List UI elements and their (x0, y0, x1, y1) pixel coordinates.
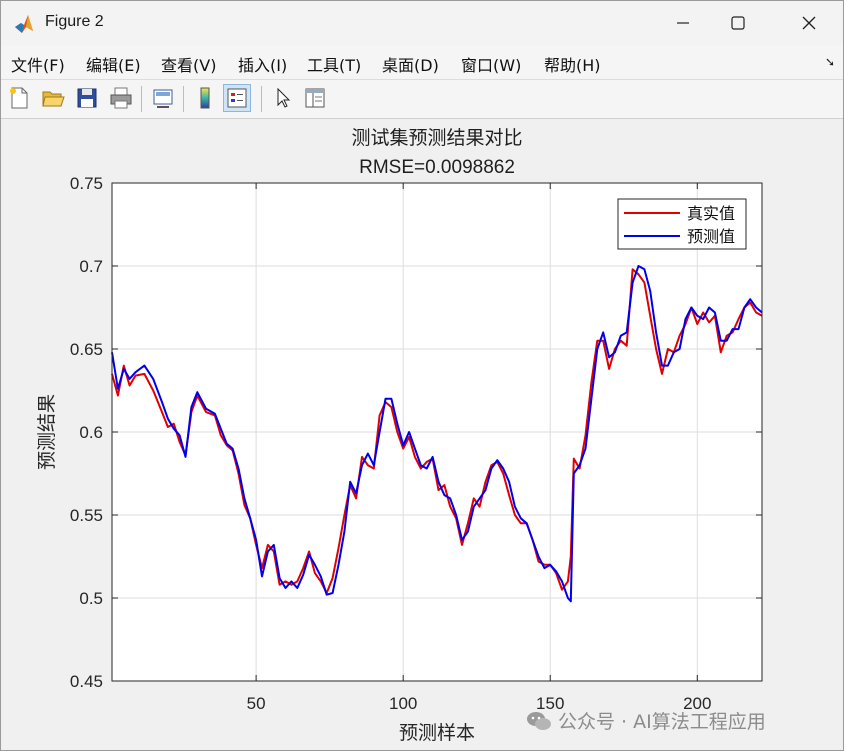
menu-help[interactable]: 帮助(H) (544, 52, 601, 76)
legend[interactable]: 真实值 预测值 (617, 198, 747, 250)
toolbar-separator (183, 86, 184, 112)
legend-button[interactable] (223, 84, 251, 112)
watermark-text: 公众号 · AI算法工程应用 (558, 711, 766, 733)
open-file-icon (42, 91, 65, 107)
y-tick-label: 0.75 (70, 174, 103, 193)
toolbar-separator (141, 86, 142, 112)
y-tick-label: 0.65 (70, 340, 103, 359)
legend-icon (227, 88, 247, 108)
new-figure-button[interactable] (5, 84, 33, 112)
legend-label-true: 真实值 (687, 204, 735, 223)
y-tick-label: 0.6 (79, 423, 103, 442)
line-chart[interactable]: 0.450.50.550.60.650.70.7550 100 150 200 测试集… (1, 119, 843, 750)
new-figure-icon (10, 87, 28, 109)
x-tick-label: 50 (247, 694, 266, 713)
window-title: Figure 2 (45, 13, 104, 30)
close-icon (802, 16, 816, 30)
menu-bar: 文件(F) 编辑(E) 查看(V) 插入(I) 工具(T) 桌面(D) 窗口(W… (1, 45, 843, 80)
y-tick-label: 0.5 (79, 589, 103, 608)
y-tick-label: 0.55 (70, 506, 103, 525)
pointer-button[interactable] (269, 84, 297, 112)
menu-edit[interactable]: 编辑(E) (86, 52, 141, 76)
colorbar-icon (200, 87, 210, 109)
legend-label-pred: 预测值 (687, 227, 735, 246)
y-tick-label: 0.7 (79, 257, 103, 276)
wechat-icon (527, 711, 551, 730)
y-axis-label: 预测结果 (36, 394, 58, 470)
toolbar-separator (261, 86, 262, 112)
menu-tools[interactable]: 工具(T) (307, 52, 361, 76)
y-tick-label: 0.45 (70, 672, 103, 691)
save-button[interactable] (73, 84, 101, 112)
close-button[interactable] (777, 1, 841, 45)
figure-window: Figure 2 文件(F) 编辑(E) 查看(V) 插入(I) 工具(T) 桌… (0, 0, 844, 751)
x-axis-label: 预测样本 (399, 722, 475, 744)
dock-arrow-icon[interactable]: ➘ (825, 55, 835, 69)
print-button[interactable] (107, 84, 135, 112)
watermark: 公众号 · AI算法工程应用 (526, 707, 766, 734)
property-inspector-button[interactable] (301, 84, 329, 112)
chart-subtitle: RMSE=0.0098862 (359, 157, 515, 178)
property-inspector-icon (305, 88, 325, 108)
title-bar: Figure 2 (1, 1, 843, 45)
pointer-icon (277, 87, 291, 108)
x-tick-label: 100 (389, 694, 417, 713)
menu-insert[interactable]: 插入(I) (238, 52, 287, 76)
matlab-app-icon (15, 15, 33, 33)
chart-title: 测试集预测结果对比 (351, 127, 522, 149)
menu-window[interactable]: 窗口(W) (461, 52, 521, 76)
maximize-icon (731, 16, 745, 30)
menu-view[interactable]: 查看(V) (161, 52, 216, 76)
menu-file[interactable]: 文件(F) (11, 52, 65, 76)
colorbar-button[interactable] (191, 84, 219, 112)
link-plot-icon (153, 89, 173, 108)
link-plot-button[interactable] (149, 84, 177, 112)
print-icon (110, 87, 132, 109)
toolbar (1, 80, 843, 119)
minimize-icon (677, 22, 689, 24)
save-icon (77, 88, 97, 108)
maximize-button[interactable] (706, 1, 770, 45)
open-file-button[interactable] (39, 84, 67, 112)
figure-area: 0.45 0.5 0.55 0.6 0.65 0.7 0.75 50 100 150 200 测试集… (1, 119, 843, 750)
grid-lines (112, 182, 762, 682)
menu-desktop[interactable]: 桌面(D) (382, 52, 439, 76)
